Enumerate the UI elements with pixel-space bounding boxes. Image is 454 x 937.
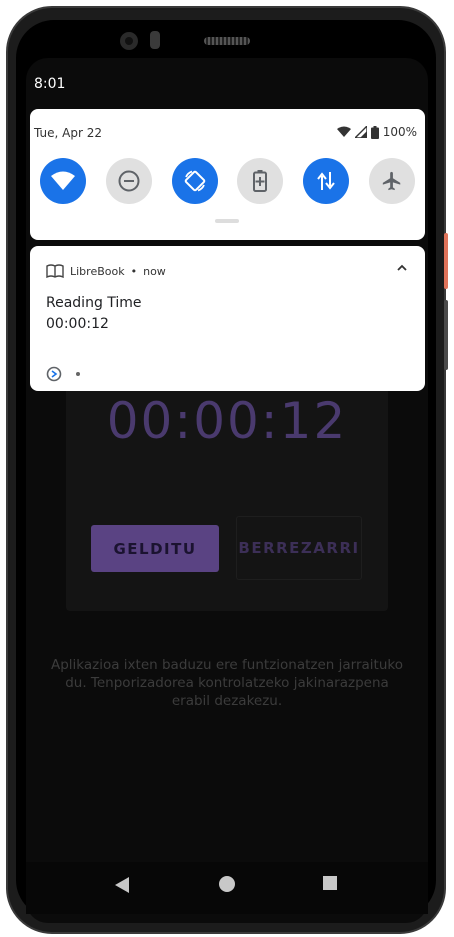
airplane-mode-tile[interactable] [368,158,415,204]
qs-drag-handle[interactable] [215,219,239,223]
earpiece-speaker [204,37,250,45]
librebook-notification[interactable]: LibreBook • now Reading Time 00:00:12 [30,246,425,391]
battery-icon [370,125,379,139]
do-not-disturb-tile[interactable] [105,158,152,204]
do-not-disturb-icon [118,170,140,192]
phone-frame: 00:00:12 GELDITU BERREZARRI Aplikazioa i… [0,0,454,937]
notification-footer [46,366,80,382]
wifi-signal-icon [336,126,351,137]
battery-percent: 100% [382,125,417,139]
book-icon [46,264,64,278]
wifi-icon [51,171,75,190]
mobile-data-tile[interactable] [303,158,350,204]
proximity-sensor [150,31,160,49]
notification-header: LibreBook • now [46,264,166,278]
notification-title: Reading Time [46,295,142,311]
qs-tiles [40,158,415,204]
back-icon[interactable] [114,876,130,894]
snooze-icon[interactable] [46,366,62,382]
notification-separator: • [130,264,138,278]
home-icon[interactable] [219,876,235,892]
stop-button[interactable]: GELDITU [91,525,219,572]
power-button[interactable] [444,233,448,289]
auto-rotate-tile[interactable] [171,158,218,204]
footer-dot [76,372,80,376]
mobile-data-icon [317,172,335,190]
qs-status-icons: 100% [336,125,417,139]
airplane-mode-icon [382,171,401,191]
battery-saver-tile[interactable] [237,158,284,204]
reset-button[interactable]: BERREZARRI [236,516,362,580]
navigation-bar [26,862,428,914]
wifi-tile[interactable] [40,158,86,204]
cell-signal-icon [354,126,367,138]
battery-saver-icon [253,170,268,192]
front-camera [120,32,138,50]
status-time: 8:01 [34,76,66,92]
notification-app-name: LibreBook [70,264,125,278]
info-text: Aplikazioa ixten baduzu ere funtzionatze… [50,657,404,709]
notification-text: 00:00:12 [46,316,109,332]
volume-button[interactable] [444,300,448,370]
recents-icon[interactable] [323,876,337,890]
timer-display: 00:00:12 [106,392,348,450]
chevron-up-icon[interactable] [397,264,407,272]
quick-settings-panel: Tue, Apr 22 100% [30,109,425,240]
auto-rotate-icon [184,170,205,192]
notification-time: now [143,264,166,278]
qs-date[interactable]: Tue, Apr 22 [34,126,102,140]
